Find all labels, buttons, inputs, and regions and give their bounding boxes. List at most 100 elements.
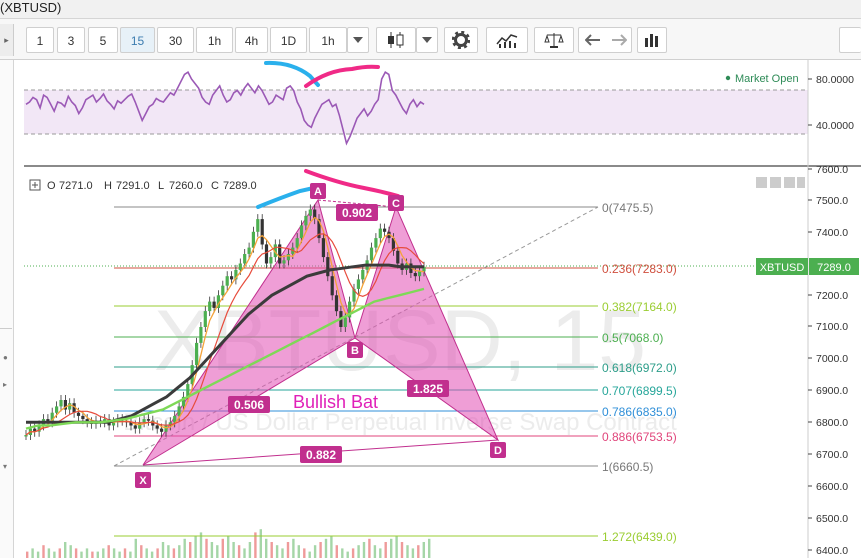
svg-text:C: C <box>392 198 400 210</box>
price-candle <box>142 419 146 423</box>
price-candle <box>208 301 212 312</box>
price-candle <box>326 257 330 277</box>
pane-control-button[interactable] <box>797 177 805 188</box>
volume-bar <box>47 548 51 558</box>
chart-canvas[interactable]: Market Open 80.0000 40.0000 XBTUSD, 15 B… <box>0 0 861 558</box>
pattern-point-a[interactable]: A <box>310 183 326 199</box>
volume-bar <box>227 535 230 558</box>
volume-bar <box>411 548 415 558</box>
ohlc-legend: O 7271.0 H 7291.0 L 7260.0 C 7289.0 <box>29 179 257 192</box>
volume-bar <box>373 545 377 558</box>
price-axis-label: 6800.0 <box>816 417 848 429</box>
volume-bar <box>390 538 393 558</box>
volume-bar <box>346 551 349 558</box>
volume-bar <box>123 548 127 558</box>
volume-bar <box>286 542 290 558</box>
volume-bar <box>330 535 333 558</box>
ohlc-low-label: L <box>158 180 164 192</box>
fib-label-0: 0(7475.5) <box>602 201 653 215</box>
price-candle <box>299 225 304 239</box>
pane-control-button[interactable] <box>784 177 795 188</box>
pattern-point-c[interactable]: C <box>388 195 404 211</box>
svg-text:0.902: 0.902 <box>342 206 372 220</box>
price-candle <box>230 276 234 280</box>
ratio-label-ac: 0.902 <box>336 204 378 221</box>
volume-bar <box>406 545 409 558</box>
price-candle <box>304 215 308 226</box>
price-axis-label: 7100.0 <box>816 321 848 333</box>
svg-text:A: A <box>314 186 322 198</box>
price-candle <box>247 247 251 254</box>
pattern-point-d[interactable]: D <box>490 442 506 458</box>
pattern-point-x[interactable]: X <box>135 472 151 488</box>
fib-label-1: 1(6660.5) <box>602 460 653 474</box>
volume-bar <box>400 542 404 558</box>
price-candle <box>221 285 225 296</box>
volume-bar <box>129 551 132 558</box>
price-axis-label: 7400.0 <box>816 227 848 239</box>
ohlc-close-label: C <box>211 180 219 192</box>
pane-controls <box>756 177 805 188</box>
ohlc-high-value: 7291.0 <box>116 180 150 192</box>
volume-bar <box>74 548 78 558</box>
price-axis-label: 7500.0 <box>816 195 848 207</box>
price-candle <box>24 435 28 437</box>
pane-control-button[interactable] <box>770 177 781 188</box>
pattern-point-b[interactable]: B <box>347 342 363 358</box>
volume-bar <box>178 545 181 558</box>
price-axis-label: 7200.0 <box>816 290 848 302</box>
fib-label-0-382: 0.382(7164.0) <box>602 300 677 314</box>
price-candle <box>81 415 85 420</box>
price-candle <box>418 271 422 277</box>
volume-bar <box>167 545 170 558</box>
ohlc-open-label: O <box>47 180 56 192</box>
fib-label-0-5: 0.5(7068.0) <box>602 331 663 345</box>
volume-bar <box>140 545 143 558</box>
volume-bar <box>243 548 246 558</box>
volume-bar <box>221 538 224 558</box>
svg-text:7289.0: 7289.0 <box>817 262 851 274</box>
volume-bar <box>308 551 311 558</box>
fib-label-0-236: 0.236(7283.0) <box>602 262 677 276</box>
price-axis-label: 7000.0 <box>816 353 848 365</box>
price-candle <box>238 263 242 270</box>
volume-bar <box>194 535 197 558</box>
volume-bar <box>395 535 398 558</box>
price-candle <box>195 342 199 366</box>
volume-bar <box>107 545 110 558</box>
price-candle <box>160 428 164 432</box>
price-candle <box>282 260 286 264</box>
volume-bar <box>216 545 219 558</box>
volume-bar <box>422 542 425 558</box>
volume-bar <box>64 542 67 558</box>
volume-bar <box>313 545 317 558</box>
ratio-label-bd: 1.825 <box>407 380 449 397</box>
rsi-axis: 80.0000 40.0000 <box>808 74 854 132</box>
price-candle <box>59 400 63 407</box>
volume-bar <box>297 545 300 558</box>
price-candle <box>146 419 151 421</box>
volume-bar <box>26 551 29 558</box>
fib-label-1-272: 1.272(6439.0) <box>602 530 677 544</box>
symbol-badge: XBTUSD <box>756 258 808 275</box>
svg-text:0.506: 0.506 <box>234 398 264 412</box>
volume-bar <box>237 545 241 558</box>
price-axis[interactable]: 7600.0 7500.0 7400.0 7200.0 7100.0 7000.… <box>808 164 848 557</box>
price-candle <box>264 244 269 264</box>
volume-bar <box>96 551 99 558</box>
price-axis-label: 6700.0 <box>816 449 848 461</box>
price-candle <box>413 273 417 277</box>
volume-bar <box>183 538 186 558</box>
volume-bar <box>281 548 284 558</box>
price-candle <box>199 327 203 343</box>
price-candle <box>269 257 273 264</box>
svg-text:D: D <box>494 445 502 457</box>
price-candle <box>396 250 400 264</box>
volume-bar <box>145 548 148 558</box>
volume-bar <box>134 538 137 558</box>
svg-text:X: X <box>139 475 147 487</box>
volume-bar <box>428 538 431 558</box>
volume-bar <box>53 551 56 558</box>
pane-control-button[interactable] <box>756 177 767 188</box>
price-candle <box>55 406 59 413</box>
